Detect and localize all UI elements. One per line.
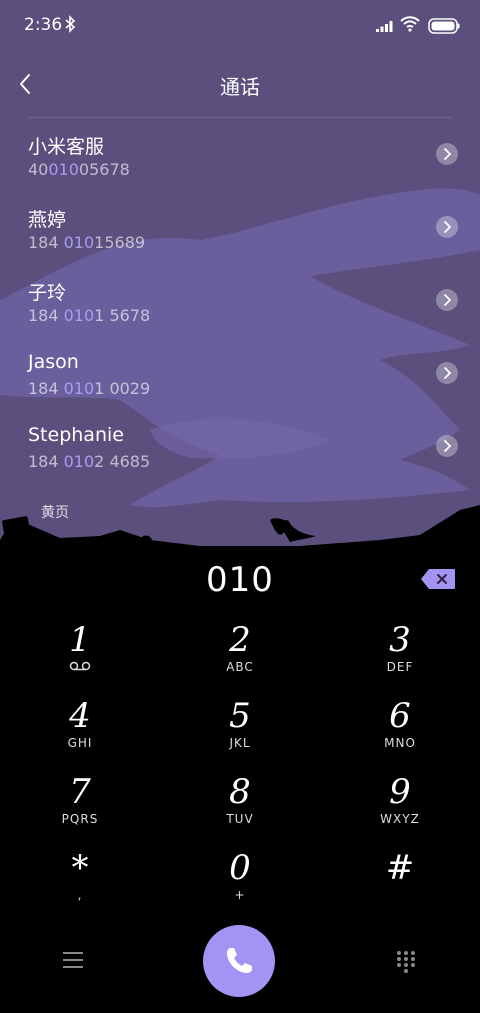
dialpad-toggle-button[interactable]: [396, 950, 416, 978]
contact-row[interactable]: Stephanie 184 0102 4685: [0, 422, 480, 486]
contact-number: 184 0101 0029: [28, 379, 151, 398]
contact-number: 184 01015689: [28, 233, 146, 252]
delete-button[interactable]: [420, 568, 456, 590]
contact-name: 燕婷: [28, 209, 67, 231]
key-7[interactable]: 7 PQRS: [0, 760, 160, 836]
contact-detail-button[interactable]: [436, 362, 458, 384]
contact-name: 子玲: [28, 282, 67, 304]
chevron-right-icon: [444, 221, 452, 233]
call-button[interactable]: [203, 925, 275, 997]
chevron-right-icon: [444, 367, 452, 379]
wifi-icon: [400, 16, 420, 32]
chevron-right-icon: [444, 440, 452, 452]
dialed-number: 010: [206, 560, 274, 600]
contact-detail-button[interactable]: [436, 216, 458, 238]
chevron-right-icon: [444, 294, 452, 306]
contact-detail-button[interactable]: [436, 435, 458, 457]
key-8[interactable]: 8 TUV: [160, 760, 320, 836]
key-6[interactable]: 6 MNO: [320, 684, 480, 760]
status-time: 2:36: [24, 15, 63, 35]
key-3[interactable]: 3 DEF: [320, 608, 480, 684]
contact-number: 184 0101 5678: [28, 306, 151, 325]
key-4[interactable]: 4 GHI: [0, 684, 160, 760]
signal-icon: [376, 21, 393, 32]
contact-row[interactable]: 燕婷 184 01015689: [0, 203, 480, 267]
battery-icon: [428, 18, 460, 34]
contact-detail-button[interactable]: [436, 289, 458, 311]
menu-icon: [63, 952, 83, 968]
key-1[interactable]: 1: [0, 608, 160, 684]
yellow-pages-link[interactable]: 黄页: [41, 502, 69, 522]
key-0[interactable]: 0 +: [160, 836, 320, 912]
contact-number: 184 0102 4685: [28, 452, 151, 471]
contact-row[interactable]: Jason 184 0101 0029: [0, 349, 480, 413]
header: 通话: [0, 58, 480, 112]
voicemail-icon: [69, 661, 91, 671]
backspace-icon: [421, 569, 455, 589]
contact-row[interactable]: 小米客服 4001005678: [0, 130, 480, 194]
bluetooth-icon: [65, 15, 76, 33]
key-star[interactable]: *,: [0, 836, 160, 912]
key-5[interactable]: 5 JKL: [160, 684, 320, 760]
contact-name: Jason: [28, 351, 79, 373]
contact-detail-button[interactable]: [436, 143, 458, 165]
contact-row[interactable]: 子玲 184 0101 5678: [0, 276, 480, 340]
page-title: 通话: [220, 75, 260, 99]
contact-name: Stephanie: [28, 424, 124, 446]
contact-name: 小米客服: [28, 136, 105, 158]
key-2[interactable]: 2 ABC: [160, 608, 320, 684]
header-divider: [28, 117, 452, 118]
bottom-bar: [0, 920, 480, 1013]
menu-button[interactable]: [62, 950, 84, 974]
dialpad-icon: [397, 951, 415, 973]
key-9[interactable]: 9 WXYZ: [320, 760, 480, 836]
chevron-right-icon: [444, 148, 452, 160]
key-hash[interactable]: #: [320, 836, 480, 912]
status-bar: 2:36: [0, 0, 480, 52]
phone-icon: [227, 948, 252, 973]
contact-number: 4001005678: [28, 160, 130, 179]
